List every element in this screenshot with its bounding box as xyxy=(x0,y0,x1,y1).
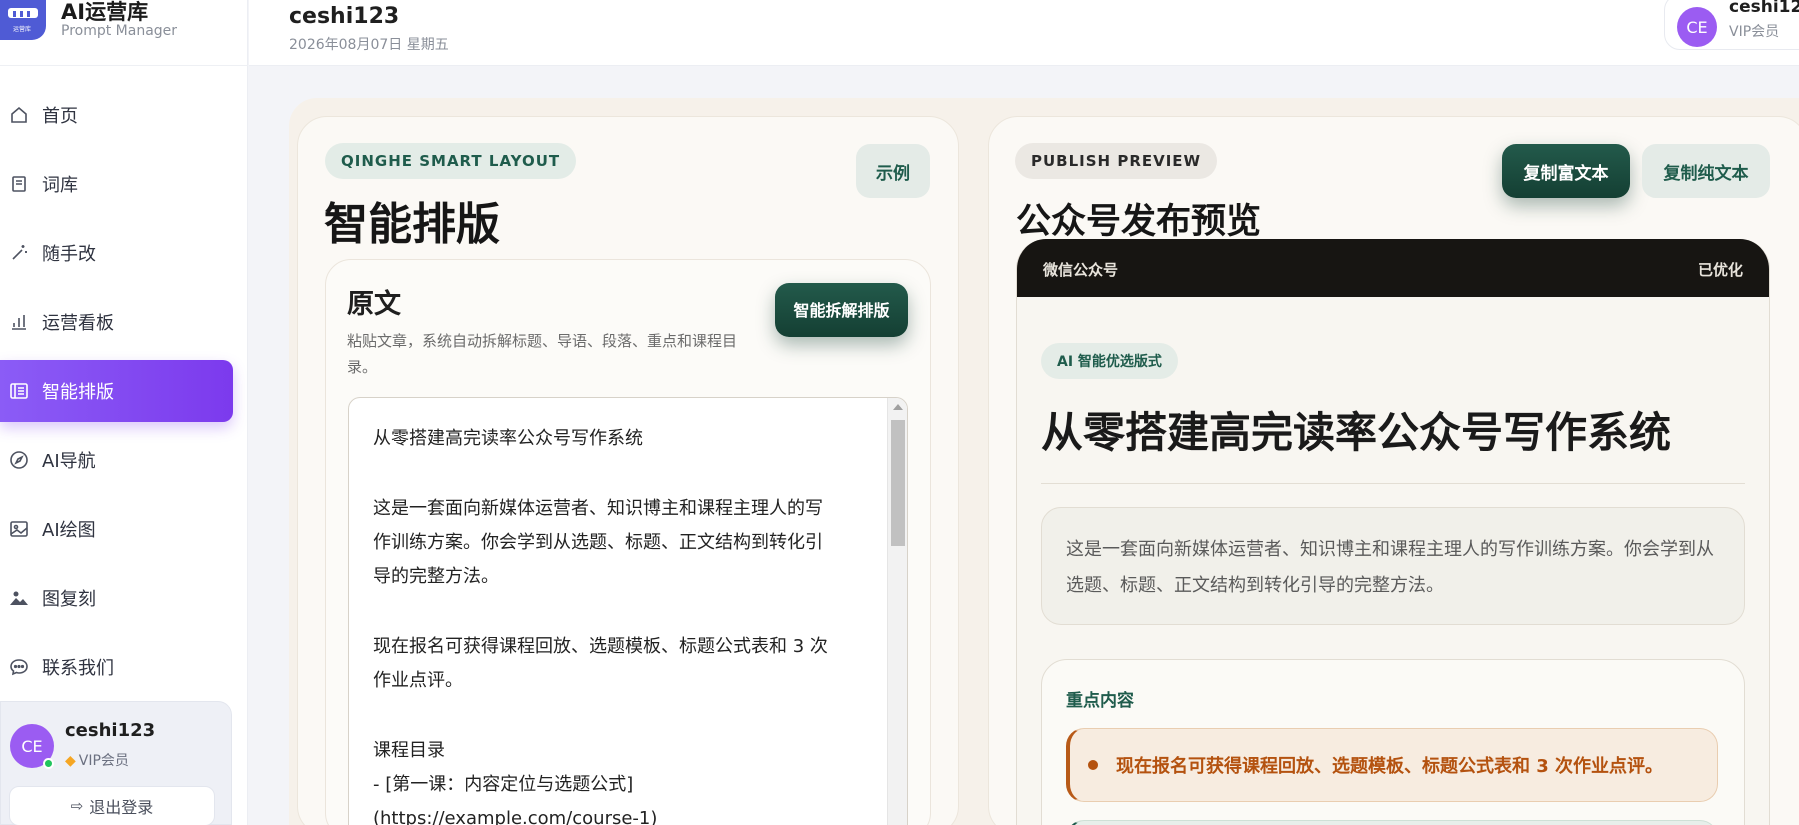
phone-header: 微信公众号 已优化 xyxy=(1017,239,1769,297)
textarea-line: (https://example.com/course-1) xyxy=(373,808,658,825)
section-title: 智能排版 xyxy=(324,199,500,250)
sidebar-item-label: 词库 xyxy=(42,175,78,196)
compass-icon xyxy=(8,449,30,471)
brand-subtitle: Prompt Manager xyxy=(61,23,178,39)
textarea-line: - [第一课：内容定位与选题公式] xyxy=(373,774,634,795)
sidebar-item-label: 随手改 xyxy=(42,244,96,265)
bullet-icon xyxy=(1088,760,1098,770)
ai-layout-badge: AI 智能优选版式 xyxy=(1041,343,1178,379)
date-text: 2026年08月07日 星期五 xyxy=(289,37,449,53)
copy-rich-text-button[interactable]: 复制富文本 xyxy=(1502,144,1630,198)
sidebar-item-label: 联系我们 xyxy=(42,658,114,679)
magic-wand-icon xyxy=(8,242,30,264)
original-title: 原文 xyxy=(347,289,401,320)
layout-icon xyxy=(8,380,30,402)
wechat-phone-preview: 微信公众号 已优化 AI 智能优选版式 从零搭建高完读率公众号写作系统 这是一套… xyxy=(1016,239,1770,825)
copy-plain-text-button[interactable]: 复制纯文本 xyxy=(1642,144,1770,198)
smart-parse-button[interactable]: 智能拆解排版 xyxy=(775,283,908,337)
sidebar-item-lexicon[interactable]: 词库 xyxy=(0,153,248,215)
article-intro: 这是一套面向新媒体运营者、知识博主和课程主理人的写作训练方案。你会学到从选题、标… xyxy=(1041,507,1745,625)
home-icon xyxy=(8,104,30,126)
sidebar-item-label: AI绘图 xyxy=(42,520,96,541)
section-badge: PUBLISH PREVIEW xyxy=(1015,143,1218,179)
brand[interactable]: 运营库 AI运营库 Prompt Manager xyxy=(0,0,248,66)
bar-chart-icon xyxy=(8,311,30,333)
textarea-line: 作业点评。 xyxy=(373,670,463,691)
diamond-icon: ◆ xyxy=(65,753,76,769)
article-title: 从零搭建高完读率公众号写作系统 xyxy=(1041,408,1672,457)
textarea-line: 课程目录 xyxy=(373,740,445,761)
image-icon xyxy=(8,518,30,540)
sidebar-item-image-replicate[interactable]: 图复刻 xyxy=(0,567,248,629)
sidebar-item-smart-layout[interactable]: 智能排版 xyxy=(0,360,233,422)
user-level: ◆ VIP会员 xyxy=(65,753,129,769)
wechat-account-label: 微信公众号 xyxy=(1043,261,1119,279)
key-points-box: 重点内容 现在报名可获得课程回放、选题模板、标题公式表和 3 次作业点评。 xyxy=(1041,659,1745,825)
sidebar-item-label: AI导航 xyxy=(42,451,96,472)
sidebar-item-label: 图复刻 xyxy=(42,589,96,610)
book-icon xyxy=(8,173,30,195)
sidebar-item-dashboard[interactable]: 运营看板 xyxy=(0,291,248,353)
scroll-up-arrow-icon[interactable] xyxy=(893,404,903,410)
textarea-line: 这是一套面向新媒体运营者、知识博主和课程主理人的写 xyxy=(373,498,823,519)
scroll-thumb[interactable] xyxy=(891,420,905,546)
chat-icon xyxy=(8,656,30,678)
sidebar-nav: 首页 词库 随手改 运营看板 智能排版 AI导航 AI绘图 图复刻 联系我们 xyxy=(0,84,248,705)
sidebar-item-ai-draw[interactable]: AI绘图 xyxy=(0,498,248,560)
article-textarea[interactable]: 从零搭建高完读率公众号写作系统 这是一套面向新媒体运营者、知识博主和课程主理人的… xyxy=(348,397,908,825)
original-description: 粘贴文章，系统自动拆解标题、导语、段落、重点和课程目录。 xyxy=(347,332,738,376)
textarea-line: 现在报名可获得课程回放、选题模板、标题公式表和 3 次 xyxy=(373,636,828,657)
sidebar-item-ai-nav[interactable]: AI导航 xyxy=(0,429,248,491)
page-title: ceshi123 xyxy=(289,4,400,29)
sidebar-item-home[interactable]: 首页 xyxy=(0,84,248,146)
sidebar-item-label: 智能排版 xyxy=(42,382,114,403)
textarea-scrollbar[interactable] xyxy=(887,398,907,825)
logout-icon: ⇨ xyxy=(70,797,84,815)
sidebar-item-label: 首页 xyxy=(42,106,78,127)
sidebar-item-label: 运营看板 xyxy=(42,313,114,334)
key-points-title: 重点内容 xyxy=(1066,691,1134,711)
sidebar-item-quick-edit[interactable]: 随手改 xyxy=(0,222,248,284)
example-button[interactable]: 示例 xyxy=(856,144,930,198)
avatar: CE xyxy=(1677,7,1717,47)
key-point-item xyxy=(1066,820,1718,825)
user-name: ceshi123 xyxy=(65,720,156,741)
textarea-line: 作训练方案。你会学到从选题、标题、正文结构到转化引 xyxy=(373,532,823,553)
key-point-item: 现在报名可获得课程回放、选题模板、标题公式表和 3 次作业点评。 xyxy=(1066,728,1718,802)
user-name: ceshi123 xyxy=(1729,0,1799,17)
section-badge: QINGHE SMART LAYOUT xyxy=(325,143,577,179)
online-status-dot xyxy=(43,758,54,769)
section-title: 公众号发布预览 xyxy=(1016,202,1262,242)
logout-button[interactable]: ⇨ 退出登录 xyxy=(9,786,215,825)
sidebar-item-contact[interactable]: 联系我们 xyxy=(0,636,248,698)
optimized-status: 已优化 xyxy=(1697,261,1743,279)
sidebar: 运营库 AI运营库 Prompt Manager 首页 词库 随手改 运营看板 … xyxy=(0,0,248,825)
brand-logo: 运营库 xyxy=(0,0,46,40)
topbar-user-menu[interactable]: CE ceshi123 VIP会员 xyxy=(1664,0,1799,50)
textarea-line: 导的完整方法。 xyxy=(373,566,499,587)
topbar: ceshi123 2026年08月07日 星期五 CE ceshi123 VIP… xyxy=(249,0,1799,66)
mountain-image-icon xyxy=(8,587,30,609)
user-level: VIP会员 xyxy=(1729,24,1780,40)
textarea-line: 从零搭建高完读率公众号写作系统 xyxy=(373,428,643,449)
divider xyxy=(1041,483,1745,484)
sidebar-user-card: CE ceshi123 ◆ VIP会员 ⇨ 退出登录 xyxy=(0,701,232,825)
